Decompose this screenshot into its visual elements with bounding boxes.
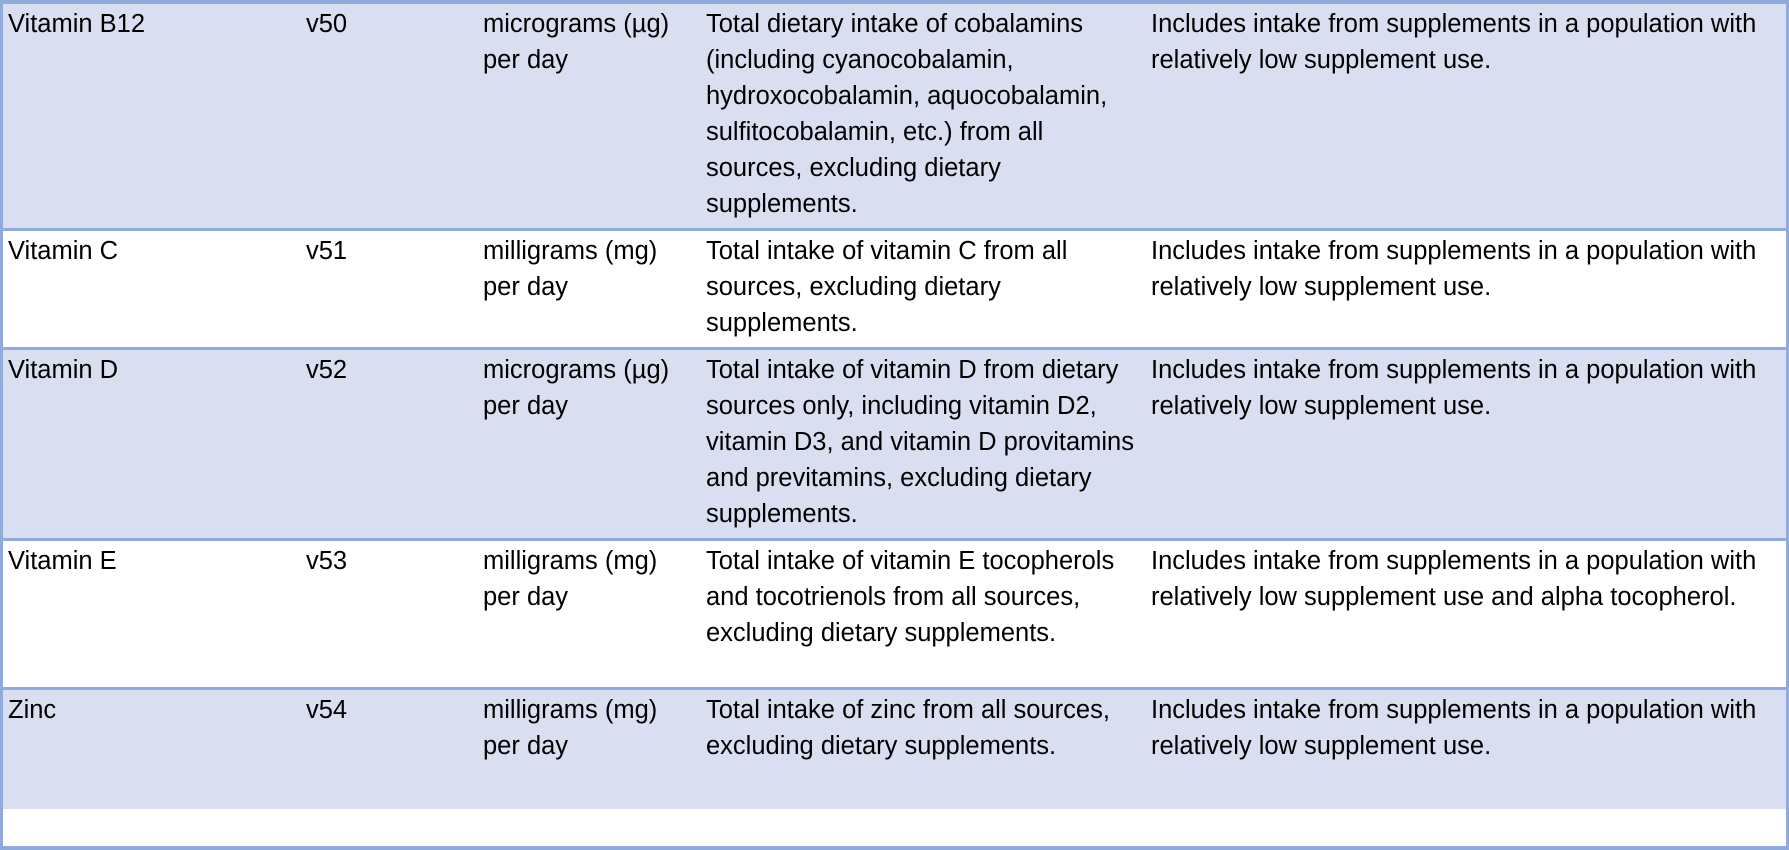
cell-variable-name: Zinc xyxy=(3,687,301,809)
variable-definition-table: Vitamin B12 v50 micrograms (µg) per day … xyxy=(3,4,1786,809)
variable-definition-table-container: Vitamin B12 v50 micrograms (µg) per day … xyxy=(0,0,1789,850)
cell-variable-name: Vitamin B12 xyxy=(8,10,146,38)
cell-description: Total dietary intake of cobalamins (incl… xyxy=(706,10,1108,218)
cell-variable-code: v51 xyxy=(301,228,478,349)
table-row: Vitamin D v52 micrograms (µg) per day To… xyxy=(3,347,1786,540)
cell-variable-code: v53 xyxy=(301,538,478,689)
cell-units: milligrams (mg) per day xyxy=(478,538,701,689)
cell-units: micrograms (µg) per day xyxy=(478,347,701,540)
cell-description: Total intake of vitamin D from dietary s… xyxy=(701,347,1146,540)
table-row: Zinc v54 milligrams (mg) per day Total i… xyxy=(3,687,1786,809)
cell-variable-name: Vitamin C xyxy=(3,228,301,349)
cell-units: milligrams (mg) per day xyxy=(478,687,701,809)
cell-variable-name: Vitamin E xyxy=(3,538,301,689)
cell-description: Total intake of vitamin E tocopherols an… xyxy=(701,538,1146,689)
cell-description: Total intake of zinc from all sources, e… xyxy=(701,687,1146,809)
table-row: Vitamin B12 v50 micrograms (µg) per day … xyxy=(3,4,1786,230)
cell-variable-code: v52 xyxy=(301,347,478,540)
cell-units: milligrams (mg) per day xyxy=(478,228,701,349)
cell-notes: Includes intake from supplements in a po… xyxy=(1151,10,1757,74)
cell-notes: Includes intake from supplements in a po… xyxy=(1146,228,1786,349)
cell-variable-name: Vitamin D xyxy=(3,347,301,540)
cell-description: Total intake of vitamin C from all sourc… xyxy=(701,228,1146,349)
table-row: Vitamin E v53 milligrams (mg) per day To… xyxy=(3,538,1786,689)
cell-units: micrograms (µg) per day xyxy=(483,10,670,74)
cell-notes: Includes intake from supplements in a po… xyxy=(1146,347,1786,540)
table-row: Vitamin C v51 milligrams (mg) per day To… xyxy=(3,228,1786,349)
table-body: Vitamin B12 v50 micrograms (µg) per day … xyxy=(3,4,1786,809)
cell-notes: Includes intake from supplements in a po… xyxy=(1146,538,1786,689)
cell-notes: Includes intake from supplements in a po… xyxy=(1146,687,1786,809)
cell-variable-code: v54 xyxy=(301,687,478,809)
cell-variable-code: v50 xyxy=(306,10,348,38)
